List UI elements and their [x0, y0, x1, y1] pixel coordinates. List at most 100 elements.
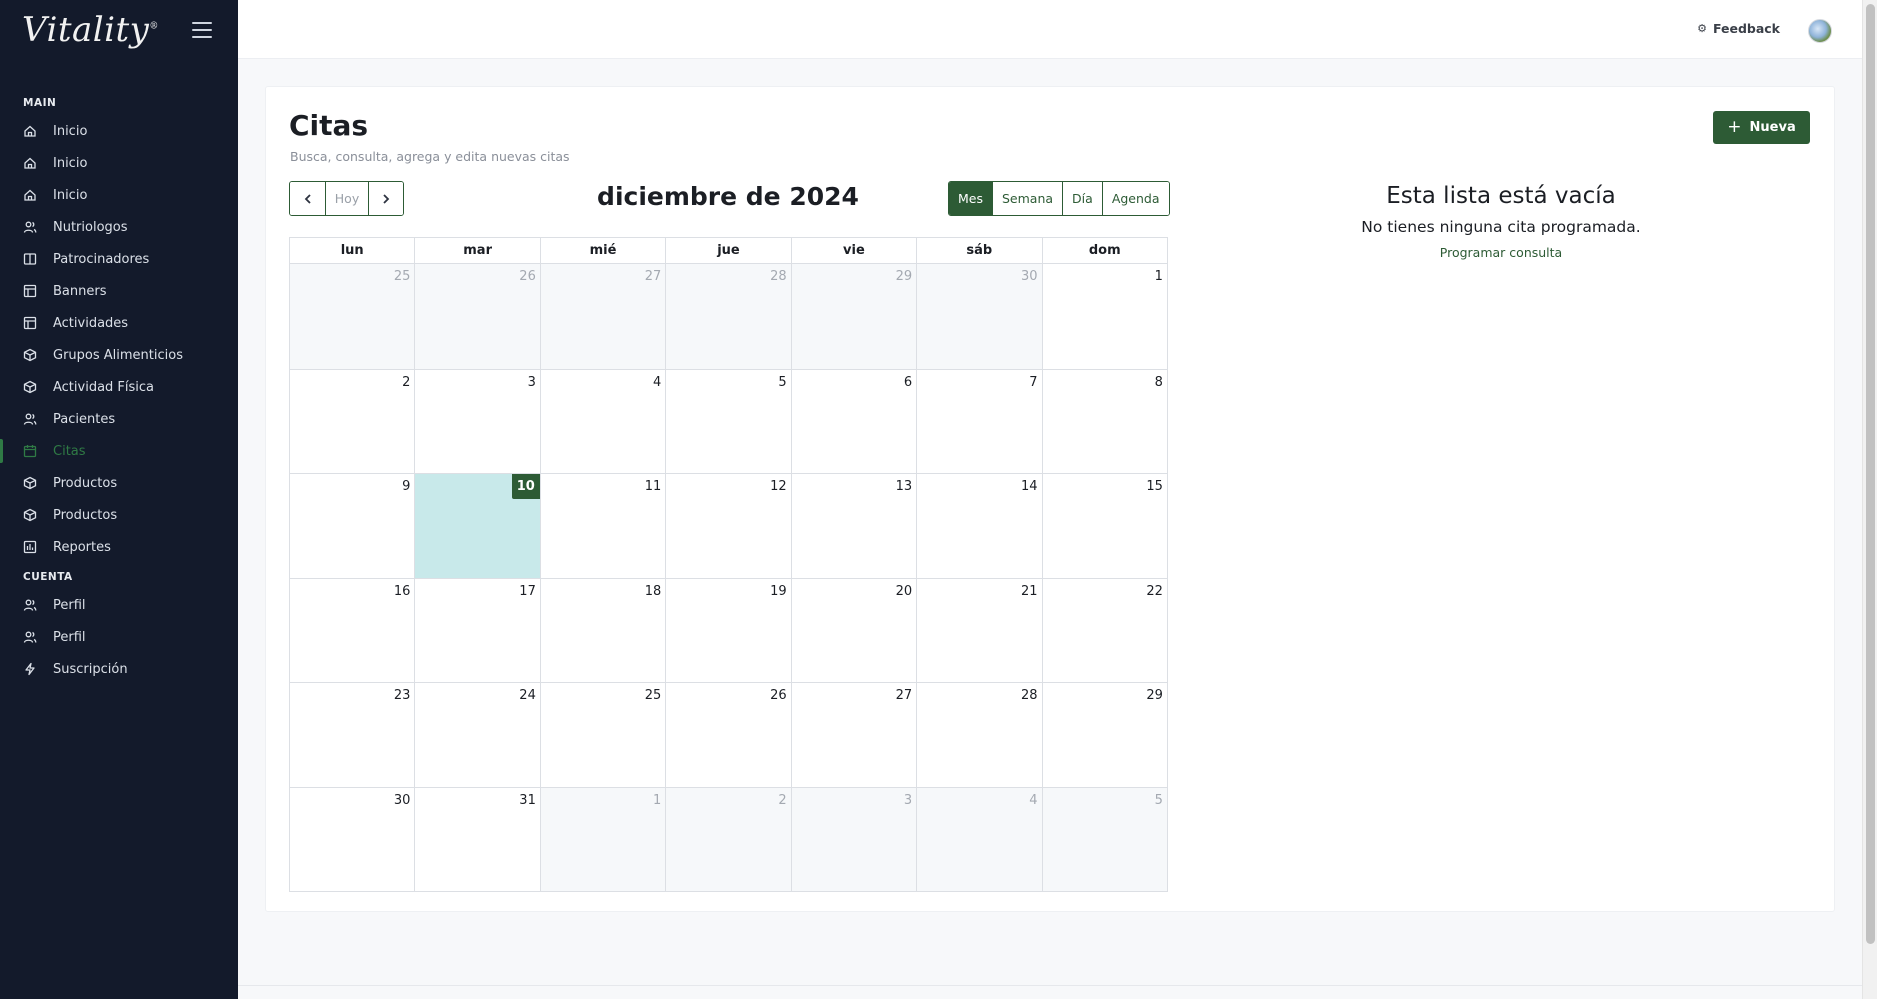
- calendar-day-cell[interactable]: 5: [665, 369, 791, 473]
- calendar-day-cell[interactable]: 29: [1041, 683, 1167, 787]
- calendar-day-cell[interactable]: 5: [1041, 787, 1167, 891]
- view-semana-button[interactable]: Semana: [992, 182, 1063, 215]
- view-día-button[interactable]: Día: [1062, 182, 1102, 215]
- day-number[interactable]: 1: [653, 793, 661, 808]
- day-number[interactable]: 30: [1021, 269, 1038, 284]
- sidebar-item-patrocinadores[interactable]: Patrocinadores: [0, 243, 238, 275]
- prev-month-button[interactable]: [290, 182, 325, 215]
- feedback-button[interactable]: ⚙ Feedback: [1697, 21, 1780, 36]
- vertical-scrollbar[interactable]: [1862, 0, 1877, 999]
- day-number[interactable]: 8: [1155, 375, 1163, 390]
- calendar-day-cell[interactable]: 2: [665, 787, 791, 891]
- day-number[interactable]: 21: [1021, 584, 1038, 599]
- menu-toggle-icon[interactable]: [192, 22, 212, 38]
- day-number[interactable]: 25: [645, 688, 662, 703]
- day-number[interactable]: 19: [770, 584, 787, 599]
- calendar-day-cell[interactable]: 1: [1041, 264, 1167, 369]
- sidebar-item-inicio[interactable]: Inicio: [0, 147, 238, 179]
- calendar-day-cell[interactable]: 21: [916, 578, 1042, 682]
- day-number[interactable]: 29: [1146, 688, 1163, 703]
- sidebar-item-grupos-alimenticios[interactable]: Grupos Alimenticios: [0, 339, 238, 371]
- brand-logo[interactable]: Vitality®: [22, 10, 159, 50]
- calendar-day-cell[interactable]: 4: [539, 369, 666, 473]
- day-number[interactable]: 2: [402, 375, 410, 390]
- sidebar-item-productos[interactable]: Productos: [0, 467, 238, 499]
- day-number[interactable]: 27: [645, 269, 662, 284]
- calendar-day-cell[interactable]: 7: [916, 369, 1042, 473]
- day-number[interactable]: 26: [519, 269, 536, 284]
- sidebar-item-banners[interactable]: Banners: [0, 275, 238, 307]
- sidebar-item-suscripción[interactable]: Suscripción: [0, 653, 238, 685]
- day-number[interactable]: 10: [511, 474, 540, 499]
- calendar-day-today[interactable]: 10: [414, 474, 540, 578]
- day-number[interactable]: 27: [896, 688, 913, 703]
- new-appointment-button[interactable]: + Nueva: [1713, 111, 1810, 144]
- day-number[interactable]: 2: [778, 793, 786, 808]
- calendar-day-cell[interactable]: 27: [790, 683, 917, 787]
- calendar-day-cell[interactable]: 2: [290, 369, 415, 473]
- calendar-day-cell[interactable]: 4: [916, 787, 1042, 891]
- calendar-day-cell[interactable]: 20: [790, 578, 917, 682]
- calendar-day-cell[interactable]: 9: [290, 474, 415, 578]
- user-avatar[interactable]: [1808, 19, 1832, 43]
- calendar-day-cell[interactable]: 23: [290, 683, 415, 787]
- day-number[interactable]: 17: [519, 584, 536, 599]
- day-number[interactable]: 12: [770, 479, 787, 494]
- day-number[interactable]: 1: [1155, 269, 1163, 284]
- day-number[interactable]: 7: [1029, 375, 1037, 390]
- calendar-day-cell[interactable]: 31: [414, 787, 540, 891]
- day-number[interactable]: 20: [896, 584, 913, 599]
- day-number[interactable]: 24: [519, 688, 536, 703]
- calendar-day-cell[interactable]: 24: [414, 683, 540, 787]
- sidebar-item-inicio[interactable]: Inicio: [0, 115, 238, 147]
- calendar-day-cell[interactable]: 22: [1041, 578, 1167, 682]
- day-number[interactable]: 5: [778, 375, 786, 390]
- calendar-day-cell[interactable]: 6: [790, 369, 917, 473]
- sidebar-item-nutriologos[interactable]: Nutriologos: [0, 211, 238, 243]
- calendar-day-cell[interactable]: 25: [539, 683, 666, 787]
- view-agenda-button[interactable]: Agenda: [1101, 182, 1169, 215]
- day-number[interactable]: 18: [645, 584, 662, 599]
- calendar-day-cell[interactable]: 8: [1041, 369, 1167, 473]
- day-number[interactable]: 3: [904, 793, 912, 808]
- sidebar-item-pacientes[interactable]: Pacientes: [0, 403, 238, 435]
- day-number[interactable]: 5: [1155, 793, 1163, 808]
- sidebar-item-actividad-física[interactable]: Actividad Física: [0, 371, 238, 403]
- day-number[interactable]: 4: [653, 375, 661, 390]
- day-number[interactable]: 13: [896, 479, 913, 494]
- today-button[interactable]: Hoy: [325, 182, 368, 215]
- day-number[interactable]: 28: [770, 269, 787, 284]
- view-mes-button[interactable]: Mes: [949, 182, 992, 215]
- day-number[interactable]: 6: [904, 375, 912, 390]
- calendar-day-cell[interactable]: 13: [790, 474, 917, 578]
- calendar-day-cell[interactable]: 1: [539, 787, 666, 891]
- day-number[interactable]: 22: [1146, 584, 1163, 599]
- calendar-day-cell[interactable]: 15: [1041, 474, 1167, 578]
- scrollbar-thumb[interactable]: [1866, 4, 1875, 944]
- calendar-day-cell[interactable]: 18: [539, 578, 666, 682]
- day-number[interactable]: 4: [1029, 793, 1037, 808]
- day-number[interactable]: 23: [394, 688, 411, 703]
- calendar-day-cell[interactable]: 30: [916, 264, 1042, 369]
- sidebar-item-inicio[interactable]: Inicio: [0, 179, 238, 211]
- day-number[interactable]: 3: [528, 375, 536, 390]
- sidebar-item-perfil[interactable]: Perfil: [0, 621, 238, 653]
- day-number[interactable]: 26: [770, 688, 787, 703]
- sidebar-item-reportes[interactable]: Reportes: [0, 531, 238, 563]
- sidebar-item-productos[interactable]: Productos: [0, 499, 238, 531]
- calendar-day-cell[interactable]: 11: [539, 474, 666, 578]
- day-number[interactable]: 29: [896, 269, 913, 284]
- calendar-day-cell[interactable]: 19: [665, 578, 791, 682]
- calendar-day-cell[interactable]: 17: [414, 578, 540, 682]
- day-number[interactable]: 30: [394, 793, 411, 808]
- day-number[interactable]: 14: [1021, 479, 1038, 494]
- calendar-day-cell[interactable]: 28: [916, 683, 1042, 787]
- day-number[interactable]: 25: [394, 269, 411, 284]
- schedule-appointment-link[interactable]: Programar consulta: [1440, 245, 1562, 260]
- day-number[interactable]: 15: [1146, 479, 1163, 494]
- day-number[interactable]: 31: [519, 793, 536, 808]
- sidebar-item-citas[interactable]: Citas: [0, 435, 238, 467]
- calendar-day-cell[interactable]: 26: [414, 264, 540, 369]
- sidebar-item-actividades[interactable]: Actividades: [0, 307, 238, 339]
- calendar-day-cell[interactable]: 3: [414, 369, 540, 473]
